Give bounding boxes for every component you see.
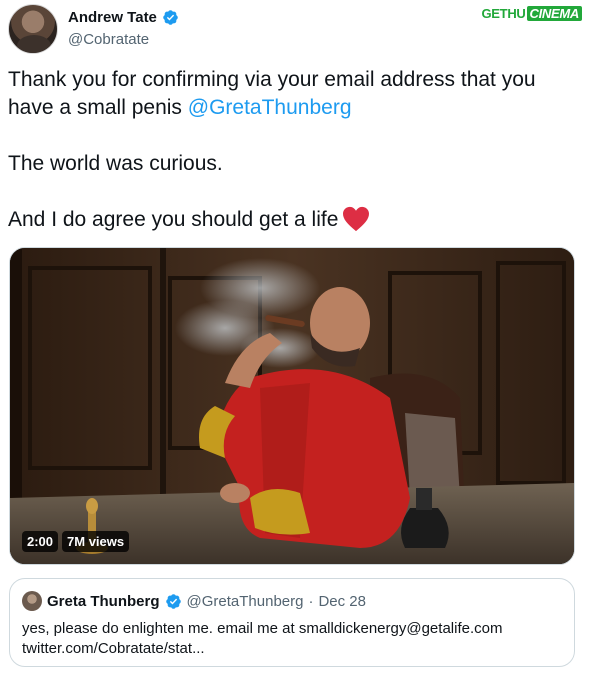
tweet-line-3-text: And I do agree you should get a life bbox=[8, 208, 339, 231]
red-heart-icon bbox=[343, 206, 370, 232]
author-name-row: Andrew Tate bbox=[68, 9, 179, 26]
quoted-body-line-2: twitter.com/Cobratate/stat... bbox=[22, 640, 205, 657]
watermark-right-text: CINEMA bbox=[526, 5, 582, 21]
tweet-line-3: And I do agree you should get a life bbox=[8, 206, 584, 234]
video-player[interactable]: 2:00 7M views bbox=[9, 247, 575, 565]
quoted-date[interactable]: Dec 28 bbox=[318, 593, 366, 610]
watermark-left-text: GETHU bbox=[480, 5, 527, 21]
channel-watermark: GETHU CINEMA bbox=[480, 4, 582, 22]
quoted-tweet-body: yes, please do enlighten me. email me at… bbox=[22, 619, 562, 659]
quoted-verified-badge-icon bbox=[165, 593, 181, 609]
quoted-author-name[interactable]: Greta Thunberg bbox=[47, 593, 160, 610]
verified-badge-icon bbox=[163, 10, 178, 25]
tweet-line-2: The world was curious. bbox=[8, 152, 223, 175]
author-display-name[interactable]: Andrew Tate bbox=[68, 9, 157, 26]
tweet-line-1: Thank you for confirming via your email … bbox=[8, 66, 584, 122]
quoted-author-avatar[interactable] bbox=[22, 591, 42, 611]
quoted-body-line-1: yes, please do enlighten me. email me at… bbox=[22, 620, 503, 637]
video-duration: 2:00 bbox=[22, 531, 59, 552]
video-thumbnail bbox=[10, 248, 574, 564]
author-avatar[interactable] bbox=[8, 4, 58, 54]
author-handle[interactable]: @Cobratate bbox=[68, 31, 149, 48]
quoted-author-handle[interactable]: @GretaThunberg bbox=[187, 593, 304, 610]
quoted-separator: · bbox=[308, 592, 314, 610]
video-views: 7M views bbox=[62, 531, 130, 552]
tweet-text: Thank you for confirming via your email … bbox=[8, 66, 584, 234]
quoted-tweet[interactable]: Greta Thunberg @GretaThunberg · Dec 28 y… bbox=[9, 578, 575, 667]
video-stats: 2:00 7M views bbox=[22, 531, 130, 552]
quoted-tweet-header: Greta Thunberg @GretaThunberg · Dec 28 bbox=[22, 591, 562, 611]
mention-link[interactable]: @GretaThunberg bbox=[188, 96, 352, 119]
